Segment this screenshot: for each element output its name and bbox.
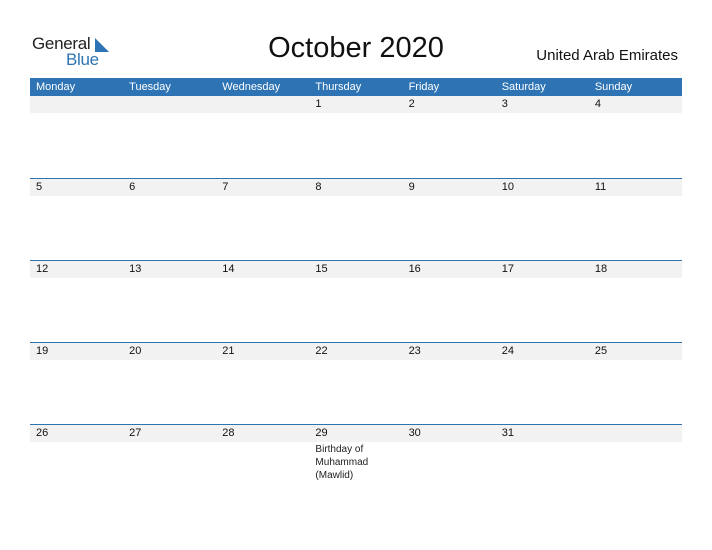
day-number: 2 <box>408 98 415 110</box>
day-number: 6 <box>129 181 136 193</box>
calendar-grid: Monday Tuesday Wednesday Thursday Friday… <box>30 78 682 506</box>
day-cell: 18 <box>589 261 682 278</box>
week-cells: 26 27 28 29 Birthday of Muhammad (Mawlid) 30 3… <box>30 425 682 482</box>
day-number: 26 <box>36 427 49 439</box>
weekday-saturday: Saturday <box>501 81 546 93</box>
day-cell: 26 <box>30 425 123 482</box>
week-row: 12 13 14 15 16 17 18 <box>30 260 682 342</box>
day-number: 11 <box>594 181 607 193</box>
day-number: 12 <box>36 263 49 275</box>
day-cell: 31 <box>496 425 589 482</box>
day-number: 8 <box>315 181 322 193</box>
day-number: 30 <box>408 427 421 439</box>
day-cell: 24 <box>496 343 589 360</box>
day-number: 3 <box>501 98 508 110</box>
day-cell: 12 <box>30 261 123 278</box>
day-cell: 2 <box>403 96 496 113</box>
day-cell: 28 <box>216 425 309 482</box>
day-number: 29 <box>315 427 328 439</box>
day-number: 4 <box>594 98 601 110</box>
day-number: 16 <box>408 263 421 275</box>
week-cells: 19 20 21 22 23 24 25 <box>30 343 682 360</box>
day-number: 21 <box>222 345 235 357</box>
day-cell: 3 <box>496 96 589 113</box>
day-number: 23 <box>408 345 421 357</box>
day-cell <box>216 96 309 113</box>
day-cell: 9 <box>403 179 496 196</box>
day-number: 13 <box>129 263 142 275</box>
day-number: 19 <box>36 345 49 357</box>
day-number: 14 <box>222 263 235 275</box>
day-cell: 27 <box>123 425 216 482</box>
day-cell: 22 <box>309 343 402 360</box>
day-cell <box>30 96 123 113</box>
week-cells: 5 6 7 8 9 10 11 <box>30 179 682 196</box>
day-number: 20 <box>129 345 142 357</box>
day-number: 5 <box>36 181 43 193</box>
day-cell: 14 <box>216 261 309 278</box>
weeks-container: 1 2 3 4 5 6 7 8 9 10 11 12 13 14 15 16 17 18 19 20 21 22 23 24 2… <box>30 96 682 506</box>
week-row: 1 2 3 4 <box>30 96 682 178</box>
day-cell: 29 Birthday of Muhammad (Mawlid) <box>309 425 402 482</box>
day-cell: 15 <box>309 261 402 278</box>
day-number: 18 <box>594 263 608 275</box>
day-cell <box>123 96 216 113</box>
day-cell: 7 <box>216 179 309 196</box>
day-cell: 4 <box>589 96 682 113</box>
day-cell <box>589 425 682 482</box>
week-cells: 12 13 14 15 16 17 18 <box>30 261 682 278</box>
weekday-wednesday: Wednesday <box>222 81 281 93</box>
day-number: 17 <box>501 263 514 275</box>
day-number: 7 <box>222 181 229 193</box>
day-cell: 8 <box>309 179 402 196</box>
holiday-event: Birthday of Muhammad (Mawlid) <box>315 444 369 481</box>
day-cell: 6 <box>123 179 216 196</box>
country-label: United Arab Emirates <box>536 47 678 64</box>
week-row: 26 27 28 29 Birthday of Muhammad (Mawlid) 30 3… <box>30 424 682 506</box>
day-number: 24 <box>501 345 514 357</box>
day-cell: 5 <box>30 179 123 196</box>
weekday-thursday: Thursday <box>315 81 362 93</box>
day-number: 27 <box>129 427 142 439</box>
day-number: 10 <box>501 181 514 193</box>
day-number: 15 <box>315 263 328 275</box>
day-cell: 10 <box>496 179 589 196</box>
weekday-sunday: Sunday <box>594 81 633 93</box>
day-number: 28 <box>222 427 235 439</box>
day-number: 9 <box>408 181 415 193</box>
day-cell: 21 <box>216 343 309 360</box>
day-number: 25 <box>594 345 608 357</box>
day-cell: 17 <box>496 261 589 278</box>
day-number: 22 <box>315 345 328 357</box>
day-cell: 1 <box>309 96 402 113</box>
weekday-tuesday: Tuesday <box>129 81 171 93</box>
week-cells: 1 2 3 4 <box>30 96 682 113</box>
day-cell: 19 <box>30 343 123 360</box>
week-row: 5 6 7 8 9 10 11 <box>30 178 682 260</box>
day-cell: 23 <box>403 343 496 360</box>
day-cell: 25 <box>589 343 682 360</box>
day-cell: 20 <box>123 343 216 360</box>
day-cell: 16 <box>403 261 496 278</box>
weekday-header: Monday Tuesday Wednesday Thursday Friday… <box>30 78 682 96</box>
day-cell: 30 <box>403 425 496 482</box>
weekday-friday: Friday <box>408 81 440 93</box>
day-cell: 13 <box>123 261 216 278</box>
weekday-monday: Monday <box>36 81 76 93</box>
week-row: 19 20 21 22 23 24 25 <box>30 342 682 424</box>
day-number: 31 <box>501 427 514 439</box>
day-number: 1 <box>315 98 322 110</box>
day-cell: 11 <box>589 179 682 196</box>
